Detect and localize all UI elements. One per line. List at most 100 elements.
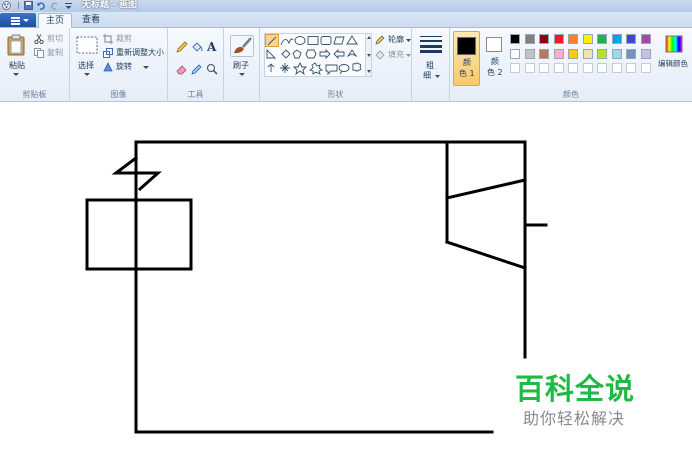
- paste-button[interactable]: 粘贴: [4, 32, 28, 82]
- palette-custom-slot-5[interactable]: [568, 63, 578, 73]
- size-button[interactable]: 粗 细: [418, 32, 444, 82]
- clipboard-group-label: 剪贴板: [22, 90, 47, 99]
- palette-custom-slot-9[interactable]: [626, 63, 636, 73]
- palette-swatch-1-6[interactable]: [582, 34, 593, 44]
- clipboard-group: 粘贴 剪切 复制 剪贴板: [0, 28, 70, 102]
- copy-button[interactable]: 复制: [34, 47, 66, 59]
- tab-view[interactable]: 查看: [76, 13, 106, 28]
- palette-swatch-2-10[interactable]: [640, 48, 651, 59]
- image-group-label: 图像: [110, 90, 127, 99]
- color-1-button[interactable]: 颜 色 1: [453, 31, 480, 86]
- palette-swatch-2-5[interactable]: [568, 48, 578, 59]
- drawing-canvas-area[interactable]: 百科全说 助你轻松解决: [0, 103, 692, 466]
- title-bar: 无标题 - 画图: [0, 0, 692, 12]
- palette-swatch-2-6[interactable]: [582, 48, 593, 59]
- color-2-button[interactable]: 颜 色 2: [483, 31, 508, 86]
- fill-icon: [375, 50, 385, 60]
- palette-custom-slot-8[interactable]: [611, 63, 622, 73]
- color-picker-icon[interactable]: [191, 63, 203, 75]
- shapes-group-label: 形状: [327, 90, 344, 99]
- text-tool-icon[interactable]: A: [207, 40, 216, 54]
- crop-button[interactable]: 裁剪: [103, 33, 163, 45]
- shapes-group: 轮廓 填充 形状: [260, 28, 412, 102]
- palette-swatch-2-7[interactable]: [597, 48, 607, 59]
- brush-icon: [230, 35, 254, 57]
- shapes-gallery[interactable]: [264, 33, 366, 77]
- color-1-label-line1: 颜: [463, 58, 471, 67]
- watermark-subtitle: 助你轻松解决: [523, 409, 626, 428]
- palette-swatch-1-1[interactable]: [510, 34, 520, 44]
- palette-swatch-1-5[interactable]: [568, 34, 578, 44]
- paste-label: 粘贴: [9, 61, 25, 70]
- palette-custom-slot-3[interactable]: [539, 63, 549, 73]
- fill-bucket-icon[interactable]: [191, 41, 203, 53]
- customize-quick-access-icon[interactable]: [64, 1, 73, 10]
- large-frame-outline: [134, 140, 527, 434]
- tab-home[interactable]: 主页: [38, 13, 72, 28]
- palette-custom-slot-10[interactable]: [640, 63, 651, 73]
- shapes-scroll-arrows-icon: [367, 36, 371, 73]
- crop-label: 裁剪: [116, 34, 132, 43]
- palette-swatch-1-4[interactable]: [553, 34, 564, 44]
- tools-group-label: 工具: [187, 90, 204, 99]
- edit-colors-button[interactable]: 编辑颜色: [657, 33, 692, 83]
- palette-swatch-2-3[interactable]: [539, 48, 549, 59]
- menu-icon-bar-middle: [11, 20, 20, 22]
- palette-swatch-1-3[interactable]: [539, 34, 549, 44]
- palette-swatch-2-2[interactable]: [524, 48, 535, 59]
- palette-custom-slot-1[interactable]: [510, 63, 520, 73]
- shapes-gallery-scroll[interactable]: [366, 33, 372, 77]
- pencil-icon[interactable]: [176, 41, 188, 53]
- brushes-button[interactable]: 刷子: [228, 32, 256, 82]
- palette-swatch-2-4[interactable]: [553, 48, 564, 59]
- brushes-dropdown-arrow-icon: [239, 73, 245, 76]
- palette-swatch-2-1[interactable]: [510, 48, 520, 59]
- paint-menu-button[interactable]: [0, 13, 36, 27]
- eraser-icon[interactable]: [176, 63, 188, 75]
- undo-icon[interactable]: [37, 1, 46, 10]
- palette-swatch-1-8[interactable]: [611, 34, 622, 44]
- outline-icon: [375, 35, 385, 45]
- palette-swatch-1-2[interactable]: [524, 34, 535, 44]
- palette-swatch-1-10[interactable]: [640, 34, 651, 44]
- palette-custom-slot-6[interactable]: [582, 63, 593, 73]
- resize-button[interactable]: 重新调整大小: [103, 47, 167, 59]
- palette-custom-slot-4[interactable]: [553, 63, 564, 73]
- paste-dropdown-arrow-icon: [13, 73, 19, 76]
- outline-dropdown-arrow-icon: [406, 39, 411, 42]
- copy-label: 复制: [47, 48, 63, 57]
- rotate-icon: [103, 62, 113, 72]
- redo-icon[interactable]: [50, 1, 59, 10]
- menu-dropdown-arrow-icon: [23, 19, 29, 22]
- resize-label: 重新调整大小: [116, 48, 164, 57]
- rotate-label: 旋转: [116, 62, 132, 71]
- select-rectangle-icon: [76, 36, 98, 54]
- size-dropdown-arrow-icon: [435, 75, 440, 78]
- cut-button[interactable]: 剪切: [34, 33, 66, 45]
- line-size-icon: [420, 36, 442, 53]
- palette-swatch-1-9[interactable]: [626, 34, 636, 44]
- save-icon[interactable]: [24, 1, 33, 10]
- palette-custom-slot-2[interactable]: [524, 63, 535, 73]
- rotate-button[interactable]: 旋转: [103, 61, 151, 73]
- crop-icon: [103, 34, 113, 44]
- color-2-label-line2: 色 2: [487, 68, 503, 77]
- magnifier-icon[interactable]: [206, 63, 218, 75]
- palette-swatch-1-7[interactable]: [597, 34, 607, 44]
- left-rectangle-shape: [85, 198, 193, 271]
- palette-swatch-2-9[interactable]: [626, 48, 636, 59]
- colors-group: 颜 色 1 颜 色 2 编辑颜色 颜色: [450, 28, 692, 102]
- select-button[interactable]: 选择: [75, 32, 99, 82]
- color-1-swatch: [457, 37, 476, 55]
- size-label-line2: 细: [423, 71, 431, 80]
- palette-custom-slot-7[interactable]: [597, 63, 607, 73]
- select-label: 选择: [78, 61, 94, 70]
- size-group: 粗 细: [412, 28, 450, 102]
- shape-outline-button[interactable]: 轮廓: [375, 34, 411, 46]
- shape-fill-button[interactable]: 填充: [375, 49, 411, 61]
- shapes-gallery-icons: [265, 34, 362, 76]
- palette-swatch-2-8[interactable]: [611, 48, 622, 59]
- menu-icon-bar-top: [11, 17, 20, 19]
- size-label-line1: 粗: [426, 61, 434, 70]
- trapezoid-shape: [445, 178, 527, 270]
